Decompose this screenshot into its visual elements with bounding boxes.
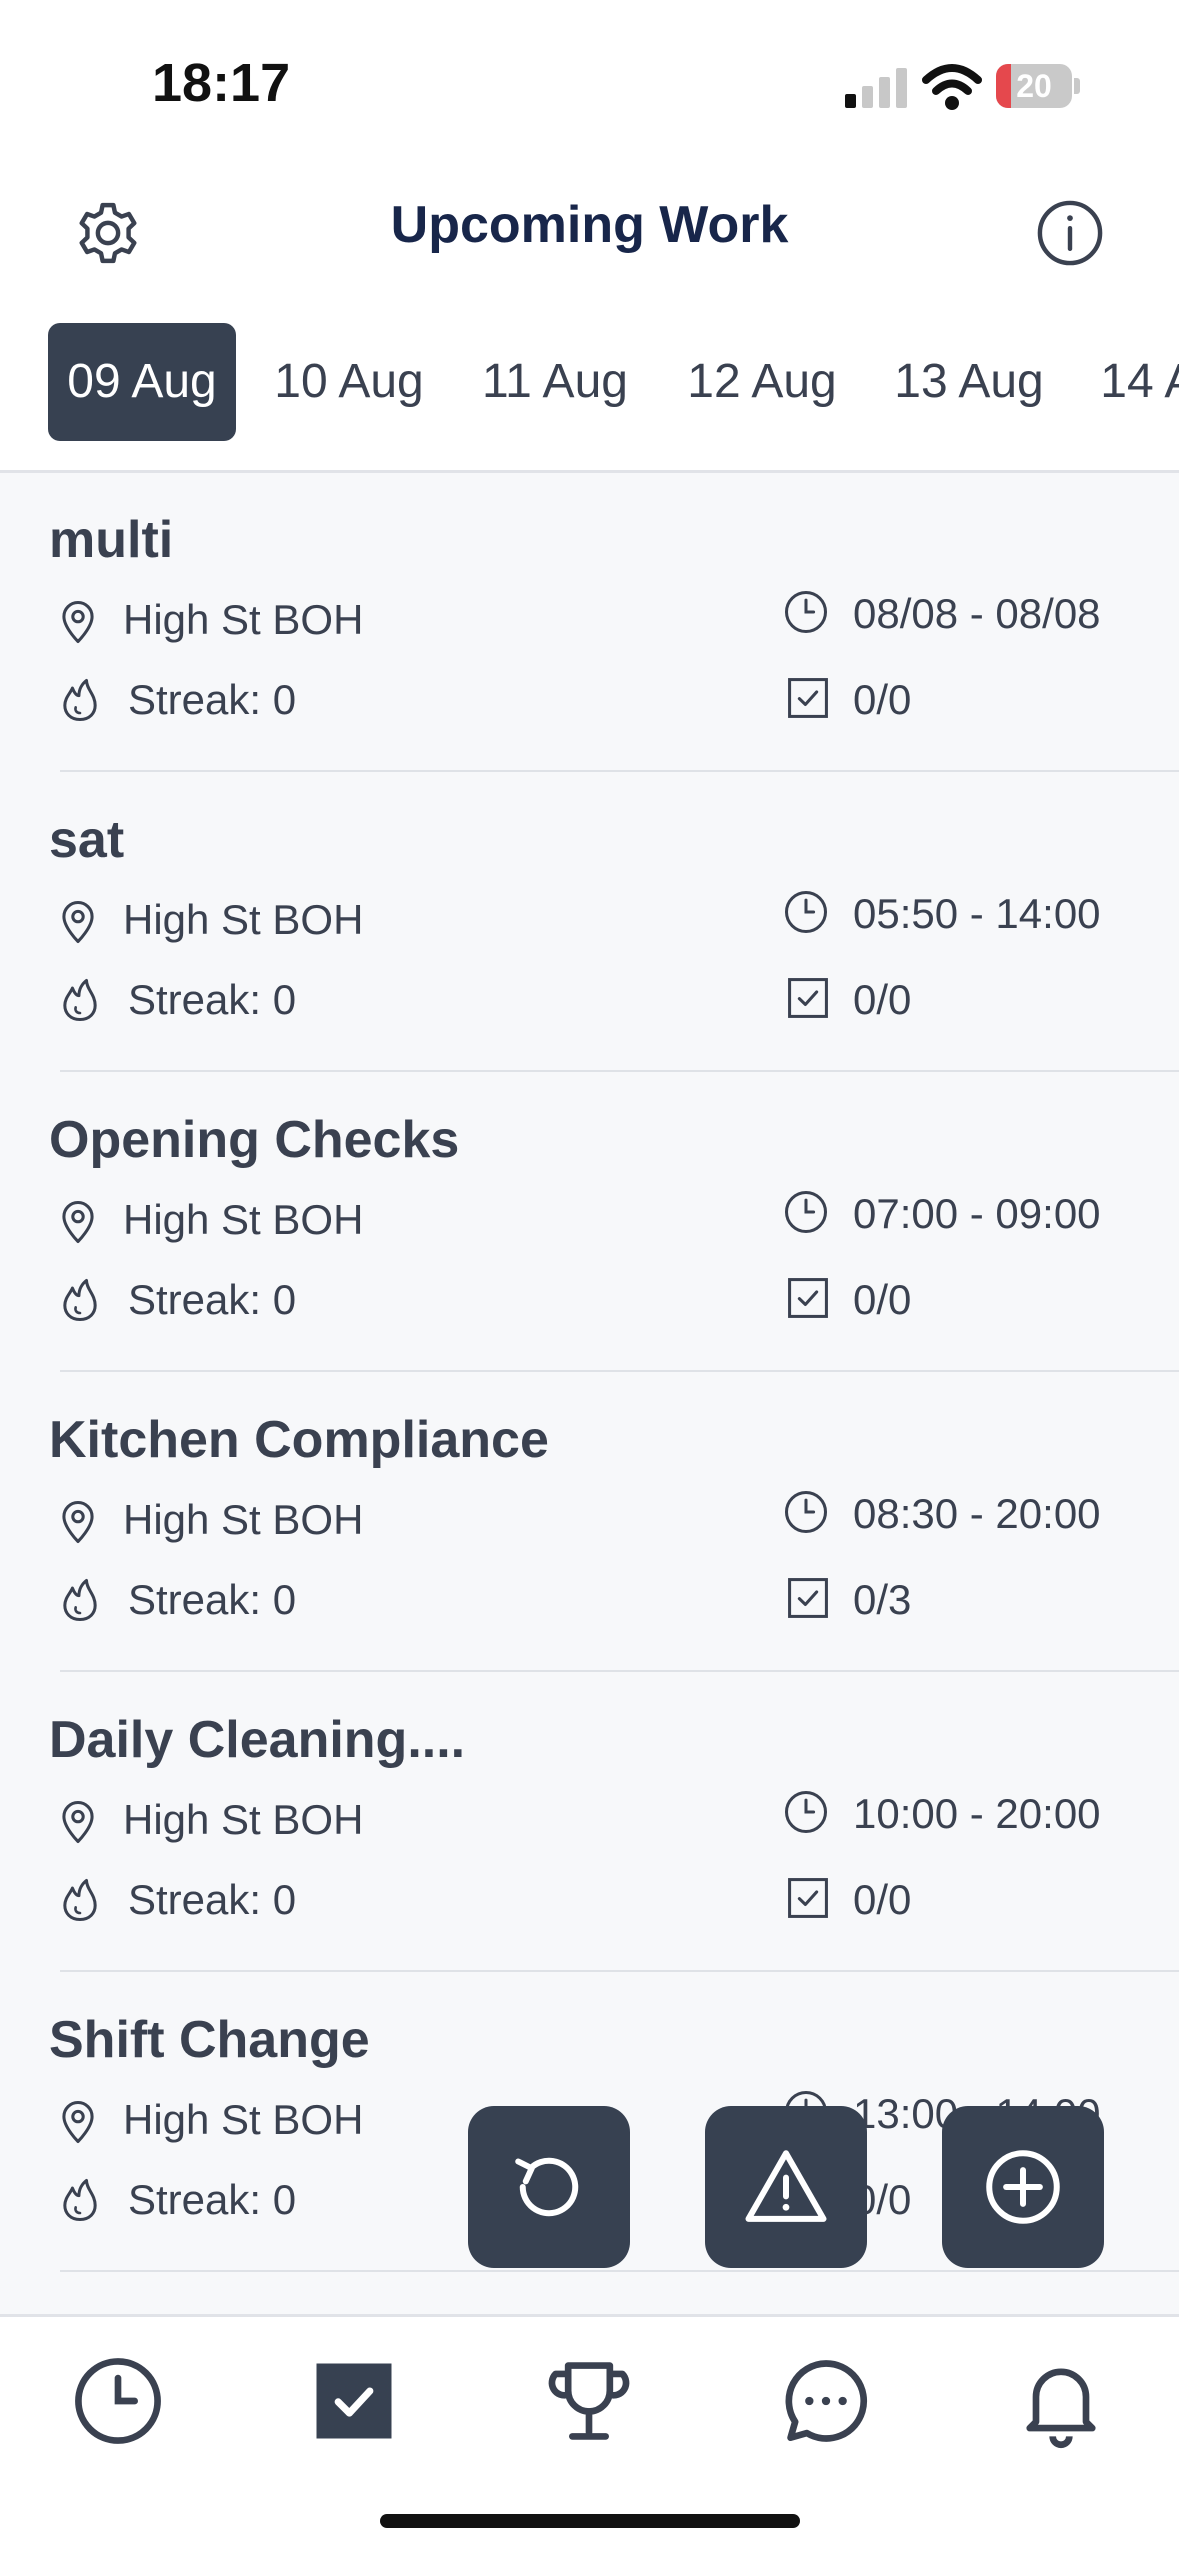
task-time: 08/08 - 08/08 bbox=[853, 590, 1101, 637]
task-streak: Streak: 0 bbox=[128, 2176, 297, 2223]
task-title: Opening Checks bbox=[49, 1111, 460, 1169]
task-location: High St BOH bbox=[123, 596, 364, 643]
clock-icon bbox=[784, 1190, 828, 1234]
clock-icon bbox=[784, 890, 828, 934]
task-title: Kitchen Compliance bbox=[49, 1411, 549, 1469]
location-pin-icon bbox=[62, 1801, 94, 1844]
trophy-icon bbox=[548, 2362, 630, 2440]
task-location: High St BOH bbox=[123, 896, 364, 943]
flame-icon bbox=[63, 978, 97, 1022]
top-app-bar: Upcoming Work bbox=[0, 160, 1179, 310]
task-card[interactable]: Opening Checks High St BOH Streak: 0 07:00 … bbox=[0, 1072, 1179, 1372]
task-card[interactable]: sat High St BOH Streak: 0 05:50 - 14:00 0/0 bbox=[0, 772, 1179, 1072]
date-tab[interactable]: 13 Aug bbox=[878, 323, 1060, 441]
task-progress: 0/0 bbox=[853, 1276, 912, 1323]
task-progress: 0/3 bbox=[853, 1576, 912, 1623]
report-issue-button[interactable] bbox=[705, 2106, 867, 2268]
date-tab[interactable]: 10 Aug bbox=[258, 323, 440, 441]
nav-tasks[interactable] bbox=[304, 2351, 404, 2451]
task-title: sat bbox=[49, 811, 125, 869]
location-pin-icon bbox=[62, 2101, 94, 2144]
chat-icon bbox=[785, 2360, 868, 2442]
location-pin-icon bbox=[62, 1201, 94, 1244]
task-time: 08:30 - 20:00 bbox=[853, 1490, 1101, 1537]
checkbox-icon bbox=[788, 678, 828, 718]
battery-level: 20 bbox=[1016, 68, 1052, 104]
status-bar: 18:17 20 bbox=[0, 0, 1179, 160]
flame-icon bbox=[63, 1278, 97, 1322]
cellular-signal-icon bbox=[845, 68, 907, 108]
nav-history[interactable] bbox=[68, 2351, 168, 2451]
task-progress: 0/0 bbox=[853, 976, 912, 1023]
task-progress: 0/0 bbox=[853, 676, 912, 723]
flame-icon bbox=[63, 2178, 97, 2222]
task-streak: Streak: 0 bbox=[128, 976, 297, 1023]
clock-icon bbox=[75, 2358, 161, 2444]
task-card[interactable]: Daily Cleaning.... High St BOH Streak: 0 10… bbox=[0, 1672, 1179, 1972]
clock-icon bbox=[784, 1490, 828, 1534]
flame-icon bbox=[63, 1578, 97, 1622]
clock-icon bbox=[784, 590, 828, 634]
flame-icon bbox=[63, 678, 97, 722]
date-tab[interactable]: 12 Aug bbox=[671, 323, 853, 441]
location-pin-icon bbox=[62, 901, 94, 944]
checkbox-icon bbox=[788, 978, 828, 1018]
date-selector: 09 Aug 10 Aug 11 Aug 12 Aug 13 Aug 14 Au… bbox=[0, 310, 1179, 473]
nav-messages[interactable] bbox=[776, 2351, 876, 2451]
refresh-icon bbox=[515, 2157, 579, 2217]
nav-notifications[interactable] bbox=[1011, 2351, 1111, 2451]
task-location: High St BOH bbox=[123, 1496, 364, 1543]
checkbox-icon bbox=[788, 1878, 828, 1918]
task-streak: Streak: 0 bbox=[128, 1276, 297, 1323]
divider bbox=[60, 2270, 1179, 2272]
task-title: multi bbox=[49, 511, 174, 569]
task-title: Daily Cleaning.... bbox=[49, 1711, 466, 1769]
task-card[interactable]: Kitchen Compliance High St BOH Streak: 0 08… bbox=[0, 1372, 1179, 1672]
wifi-icon bbox=[922, 64, 982, 110]
task-time: 05:50 - 14:00 bbox=[853, 890, 1101, 937]
clock-icon bbox=[784, 1790, 828, 1834]
info-button[interactable] bbox=[1032, 195, 1108, 271]
task-time: 10:00 - 20:00 bbox=[853, 1790, 1101, 1837]
location-pin-icon bbox=[62, 1501, 94, 1544]
battery-indicator: 20 bbox=[996, 64, 1082, 108]
checkbox-icon bbox=[788, 1278, 828, 1318]
task-location: High St BOH bbox=[123, 2096, 364, 2143]
task-location: High St BOH bbox=[123, 1196, 364, 1243]
refresh-button[interactable] bbox=[468, 2106, 630, 2268]
task-progress: 0/0 bbox=[853, 1876, 912, 1923]
task-time: 07:00 - 09:00 bbox=[853, 1190, 1101, 1237]
task-card[interactable]: multi High St BOH Streak: 0 08/08 - 08/08 0/… bbox=[0, 472, 1179, 772]
location-pin-icon bbox=[62, 601, 94, 644]
checkbox-icon bbox=[788, 1578, 828, 1618]
task-title: Shift Change bbox=[49, 2011, 370, 2069]
bell-icon bbox=[1026, 2368, 1096, 2448]
flame-icon bbox=[63, 1878, 97, 1922]
checkbox-icon bbox=[316, 2363, 392, 2439]
task-streak: Streak: 0 bbox=[128, 676, 297, 723]
nav-achievements[interactable] bbox=[539, 2351, 639, 2451]
task-streak: Streak: 0 bbox=[128, 1876, 297, 1923]
task-streak: Streak: 0 bbox=[128, 1576, 297, 1623]
info-icon bbox=[1037, 200, 1103, 266]
home-indicator bbox=[380, 2514, 800, 2528]
status-time: 18:17 bbox=[152, 53, 291, 113]
date-tab[interactable]: 14 Aug bbox=[1084, 323, 1179, 441]
date-tab[interactable]: 09 Aug bbox=[48, 323, 236, 441]
warning-icon bbox=[745, 2150, 827, 2222]
add-circle-icon bbox=[986, 2150, 1060, 2224]
page-title: Upcoming Work bbox=[390, 196, 789, 254]
task-location: High St BOH bbox=[123, 1796, 364, 1843]
add-task-button[interactable] bbox=[942, 2106, 1104, 2268]
date-tab[interactable]: 11 Aug bbox=[464, 323, 646, 441]
